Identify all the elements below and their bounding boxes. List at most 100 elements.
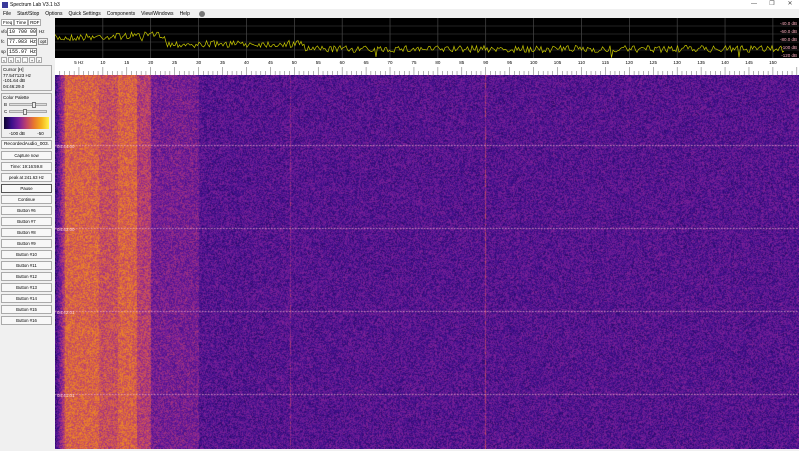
button-button-8[interactable]: Button #8 bbox=[1, 228, 52, 237]
scroll-left-fast-button[interactable]: < bbox=[1, 57, 7, 63]
tab-freq[interactable]: Freq bbox=[1, 19, 14, 26]
zoom-in-button[interactable]: + bbox=[29, 57, 35, 63]
axis-tick-label: 60 bbox=[340, 60, 346, 65]
cursor-info: Cursor [H] 77.547123 Hz -101.64 dB 04:46… bbox=[1, 65, 52, 91]
menu-components[interactable]: Components bbox=[107, 11, 135, 17]
control-panel: Freq Time RDF vfoHz fcopt sp < < < - + >… bbox=[0, 18, 53, 449]
palette-title: Color Palette bbox=[3, 95, 50, 101]
close-button[interactable]: ✕ bbox=[781, 0, 799, 9]
app-icon bbox=[2, 2, 8, 8]
button-button-7[interactable]: Button #7 bbox=[1, 217, 52, 226]
db-label: -60.0 dB bbox=[780, 29, 797, 34]
axis-tick-label: 70 bbox=[388, 60, 394, 65]
menu-options[interactable]: Options bbox=[45, 11, 62, 17]
button-pause[interactable]: Pause bbox=[1, 184, 52, 193]
vfo-input[interactable] bbox=[7, 28, 37, 36]
palette-min: -100 dB bbox=[9, 131, 25, 137]
axis-tick-label: 95 bbox=[507, 60, 513, 65]
axis-tick-label: 100 bbox=[530, 60, 538, 65]
axis-tick-label: 10 bbox=[100, 60, 106, 65]
axis-tick-label: 75 bbox=[411, 60, 417, 65]
axis-tick-label: 85 bbox=[459, 60, 465, 65]
recorded-file-button[interactable]: RecordedAudio_003. bbox=[1, 140, 52, 149]
axis-tick-label: 5 Hz bbox=[74, 60, 84, 65]
axis-tick-label: 135 bbox=[697, 60, 705, 65]
fc-input[interactable] bbox=[7, 38, 37, 46]
maximize-button[interactable]: ❐ bbox=[763, 0, 781, 9]
axis-tick-label: 30 bbox=[196, 60, 202, 65]
button-button-13[interactable]: Button #13 bbox=[1, 283, 52, 292]
frequency-axis[interactable]: 5 Hz 10 15 20 25 30 35 40 45 50 55 60 65 70 75 80 85 90 95… bbox=[55, 58, 799, 75]
brightness-slider[interactable] bbox=[9, 103, 47, 106]
button-continue[interactable]: Continue bbox=[1, 195, 52, 204]
palette-max: -50 bbox=[37, 131, 44, 137]
scroll-left-small-button[interactable]: < bbox=[15, 57, 21, 63]
button-button-16[interactable]: Button #16 bbox=[1, 316, 52, 325]
menu-bar: File Start/Stop Options Quick Settings C… bbox=[0, 9, 799, 18]
vfo-unit: Hz bbox=[39, 29, 45, 34]
title-bar: Spectrum Lab V3.1 b3 — ❐ ✕ bbox=[0, 0, 799, 9]
db-label: -100 dB bbox=[781, 45, 797, 50]
button-button-9[interactable]: Button #9 bbox=[1, 239, 52, 248]
axis-tick-label: 35 bbox=[220, 60, 226, 65]
axis-tick-label: 145 bbox=[745, 60, 753, 65]
button-button-6[interactable]: Button #6 bbox=[1, 206, 52, 215]
color-palette-group: Color Palette B C -100 dB -50 bbox=[1, 93, 52, 138]
axis-tick-label: 80 bbox=[435, 60, 441, 65]
button-button-15[interactable]: Button #15 bbox=[1, 305, 52, 314]
axis-tick-label: 130 bbox=[673, 60, 681, 65]
status-indicator-icon bbox=[199, 11, 205, 17]
tab-rdf[interactable]: RDF bbox=[28, 19, 41, 26]
axis-tick-label: 90 bbox=[483, 60, 489, 65]
opt-button[interactable]: opt bbox=[38, 38, 48, 45]
color-palette-bar[interactable] bbox=[4, 117, 49, 129]
contrast-slider[interactable] bbox=[9, 110, 47, 113]
brightness-label: B bbox=[4, 102, 7, 108]
axis-tick-label: 50 bbox=[292, 60, 298, 65]
axis-tick-label: 20 bbox=[148, 60, 154, 65]
button-button-14[interactable]: Button #14 bbox=[1, 294, 52, 303]
window-title: Spectrum Lab V3.1 b3 bbox=[10, 2, 60, 8]
axis-tick-label: 140 bbox=[721, 60, 729, 65]
waterfall-time-label: 04:43:00 bbox=[57, 227, 75, 232]
scroll-right-button[interactable]: > bbox=[36, 57, 42, 63]
cursor-time: 04:46:29.0 bbox=[3, 84, 50, 90]
axis-tick-label: 45 bbox=[268, 60, 274, 65]
db-label: -40.0 dB bbox=[780, 21, 797, 26]
tab-time[interactable]: Time bbox=[14, 19, 28, 26]
minimize-button[interactable]: — bbox=[745, 0, 763, 9]
button-button-12[interactable]: Button #12 bbox=[1, 272, 52, 281]
menu-file[interactable]: File bbox=[3, 11, 11, 17]
spectrum-plot[interactable]: -40.0 dB -60.0 dB -80.0 dB -100 dB -120 dB bbox=[55, 18, 799, 58]
axis-tick-label: 105 bbox=[554, 60, 562, 65]
axis-tick-label: 55 bbox=[316, 60, 322, 65]
axis-tick-label: 115 bbox=[602, 60, 610, 65]
axis-tick-label: 65 bbox=[364, 60, 370, 65]
capture-now-button[interactable]: Capture now bbox=[1, 151, 52, 160]
axis-tick-label: 25 bbox=[172, 60, 178, 65]
axis-tick-label: 125 bbox=[649, 60, 657, 65]
spectrum-trace bbox=[55, 32, 784, 58]
menu-start-stop[interactable]: Start/Stop bbox=[17, 11, 39, 17]
menu-quick-settings[interactable]: Quick Settings bbox=[69, 11, 101, 17]
peak-display: peak at 241.63 Hz bbox=[1, 173, 52, 182]
waterfall-time-label: 04:42:01 bbox=[57, 310, 75, 315]
button-button-11[interactable]: Button #11 bbox=[1, 261, 52, 270]
axis-tick-label: 15 bbox=[124, 60, 130, 65]
time-display: Time: 19:16:59.8 bbox=[1, 162, 52, 171]
span-input[interactable] bbox=[7, 48, 37, 56]
waterfall-time-label: 04:44:00 bbox=[57, 144, 75, 149]
axis-tick-label: 110 bbox=[578, 60, 586, 65]
menu-view-windows[interactable]: View/Windows bbox=[141, 11, 173, 17]
axis-tick-label: 40 bbox=[244, 60, 250, 65]
zoom-out-button[interactable]: - bbox=[22, 57, 28, 63]
waterfall-time-label: 04:41:01 bbox=[57, 393, 75, 398]
db-label: -80.0 dB bbox=[780, 37, 797, 42]
menu-help[interactable]: Help bbox=[180, 11, 190, 17]
contrast-label: C bbox=[4, 109, 7, 115]
waterfall-display[interactable]: 04:44:00 04:43:00 04:42:01 04:41:01 bbox=[55, 75, 799, 449]
scroll-left-button[interactable]: < bbox=[8, 57, 14, 63]
axis-tick-label: 150 bbox=[769, 60, 777, 65]
button-button-10[interactable]: Button #10 bbox=[1, 250, 52, 259]
axis-tick-label: 120 bbox=[626, 60, 634, 65]
